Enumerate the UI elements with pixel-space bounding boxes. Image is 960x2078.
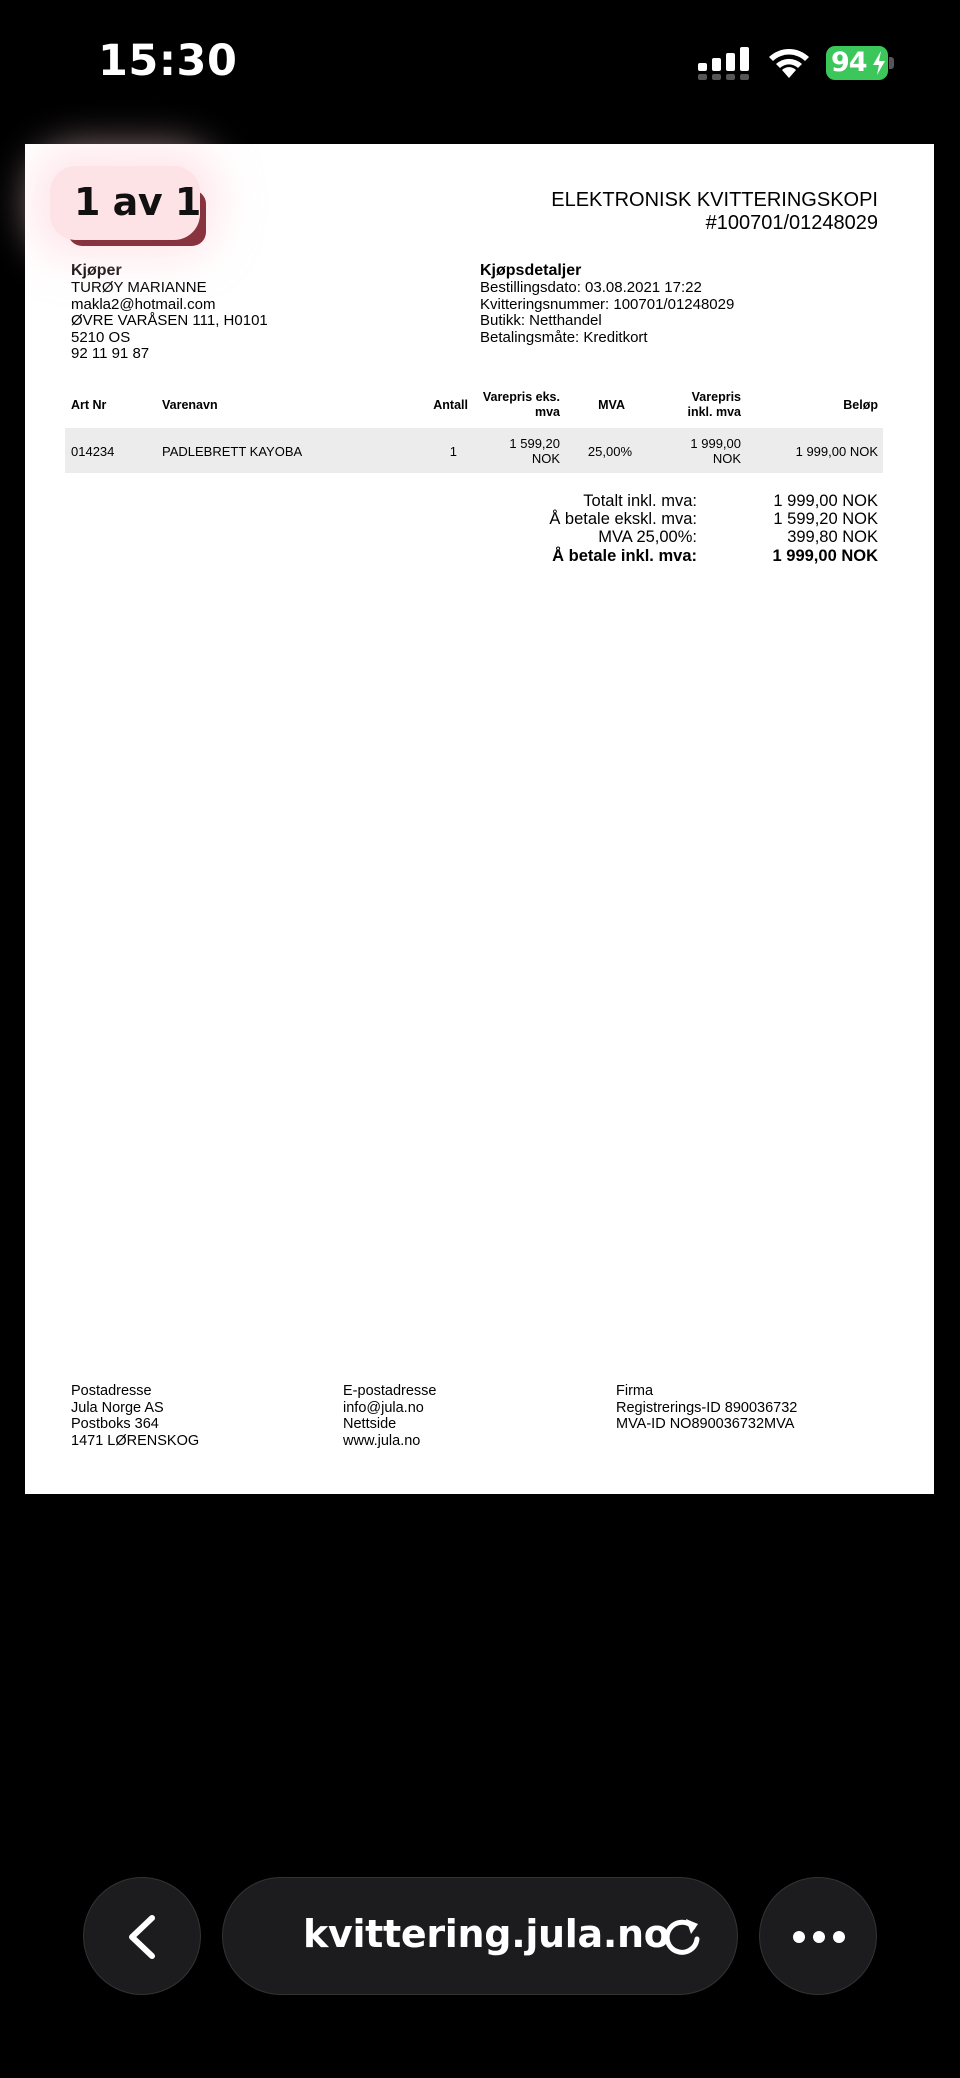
buyer-email: makla2@hotmail.com <box>71 295 216 313</box>
status-time: 15:30 <box>98 36 238 86</box>
receipt-document: ELEKTRONISK KVITTERINGSKOPI #100701/0124… <box>25 144 934 1494</box>
col-vat: MVA <box>598 398 625 412</box>
signal-icon <box>698 47 749 80</box>
pay-inc-label: Å betale inkl. mva: <box>552 547 697 565</box>
footer-website: www.jula.no <box>343 1432 421 1449</box>
more-button[interactable] <box>759 1877 877 1995</box>
store: Butikk: Netthandel <box>480 312 602 329</box>
status-bar: 15:30 94 <box>0 0 960 130</box>
buyer-address: ØVRE VARÅSEN 111, H0101 <box>71 312 268 329</box>
row-vat: 25,00% <box>587 444 632 459</box>
receipt-title: ELEKTRONISK KVITTERINGSKOPI #100701/0124… <box>551 189 878 235</box>
footer-vat-id: MVA-ID NO890036732MVA <box>616 1416 795 1432</box>
footer-reg-id: Registrerings-ID 890036732 <box>616 1399 798 1416</box>
pay-ex-label: Å betale ekskl. mva: <box>549 510 697 528</box>
vat-value: 399,80 NOK <box>787 528 878 546</box>
back-button[interactable] <box>83 1877 201 1995</box>
col-qty: Antall <box>433 398 468 412</box>
row-price-ex: 1 599,20 NOK <box>509 436 560 466</box>
row-art-nr: 014234 <box>71 444 115 459</box>
col-name: Varenavn <box>162 398 218 412</box>
vat-label: MVA 25,00%: <box>598 528 697 546</box>
col-price-inc-line1: Varepris <box>691 390 741 404</box>
row-price-inc: 1 999,00 NOK <box>690 436 741 466</box>
battery-indicator: 94 <box>826 46 894 80</box>
more-icon <box>793 1931 845 1943</box>
row-price-inc-currency: NOK <box>712 451 741 466</box>
footer-postal-heading: Postadresse <box>71 1383 152 1399</box>
footer-po-box: Postboks 364 <box>71 1416 159 1432</box>
footer-company-name: Jula Norge AS <box>71 1399 164 1416</box>
url-bar[interactable]: kvittering.jula.no <box>222 1877 738 1995</box>
battery-cap <box>889 57 894 69</box>
receipt-title-text: ELEKTRONISK KVITTERINGSKOPI <box>551 189 878 211</box>
back-icon <box>129 1915 155 1959</box>
reload-icon[interactable] <box>660 1915 704 1959</box>
footer-company-heading: Firma <box>616 1383 654 1399</box>
col-price-inc-line2: inkl. mva <box>687 405 742 419</box>
charging-bolt-icon <box>873 51 885 75</box>
page-counter-text: 1 av 1 <box>74 180 201 224</box>
row-qty: 1 <box>449 444 457 459</box>
pay-ex-value: 1 599,20 NOK <box>773 510 878 528</box>
total-inc-label: Totalt inkl. mva: <box>583 492 697 510</box>
wifi-icon <box>769 49 809 78</box>
row-amount: 1 999,00 NOK <box>795 444 878 459</box>
col-price-ex-line2: mva <box>534 405 560 419</box>
battery-percent: 94 <box>831 47 868 78</box>
page-counter: 1 av 1 <box>50 166 206 246</box>
row-price-inc-value: 1 999,00 <box>690 436 741 451</box>
row-name: PADLEBRETT KAYOBA <box>162 444 303 459</box>
receipt-number: #100701/01248029 <box>705 212 878 234</box>
buyer-phone: 92 11 91 87 <box>71 345 150 362</box>
col-art-nr: Art Nr <box>71 398 107 412</box>
order-date: Bestillingsdato: 03.08.2021 17:22 <box>480 279 702 296</box>
pay-inc-value: 1 999,00 NOK <box>772 547 878 565</box>
footer-postal: Postadresse Jula Norge AS Postboks 364 1… <box>71 1383 199 1449</box>
purchase-details-section: Kjøpsdetaljer Bestillingsdato: 03.08.202… <box>480 262 734 346</box>
footer-contact: E-postadresse info@jula.no Nettside www.… <box>343 1383 437 1449</box>
buyer-postal: 5210 OS <box>71 328 131 346</box>
col-price-ex-line1: Varepris eks. <box>482 390 560 404</box>
footer-email-heading: E-postadresse <box>343 1383 437 1399</box>
row-price-ex-value: 1 599,20 <box>509 436 560 451</box>
url-text: kvittering.jula.no <box>303 1912 670 1956</box>
col-price-ex: Varepris eks. mva <box>483 390 560 420</box>
footer-email: info@jula.no <box>343 1399 424 1416</box>
buyer-name: TURØY MARIANNE <box>71 279 207 296</box>
footer-company: Firma Registrerings-ID 890036732 MVA-ID … <box>616 1383 797 1433</box>
payment-method: Betalingsmåte: Kreditkort <box>480 328 648 346</box>
receipt-no: Kvitteringsnummer: 100701/01248029 <box>480 295 735 313</box>
buyer-heading: Kjøper <box>71 262 122 279</box>
footer-city: 1471 LØRENSKOG <box>71 1432 200 1449</box>
col-amount: Beløp <box>843 398 878 412</box>
footer-website-heading: Nettside <box>343 1416 397 1432</box>
col-price-inc: Varepris inkl. mva <box>688 390 742 420</box>
row-price-ex-currency: NOK <box>531 451 560 466</box>
details-heading: Kjøpsdetaljer <box>480 262 582 279</box>
buyer-section: Kjøper TURØY MARIANNE makla2@hotmail.com… <box>71 262 268 363</box>
total-inc-value: 1 999,00 NOK <box>773 492 878 510</box>
